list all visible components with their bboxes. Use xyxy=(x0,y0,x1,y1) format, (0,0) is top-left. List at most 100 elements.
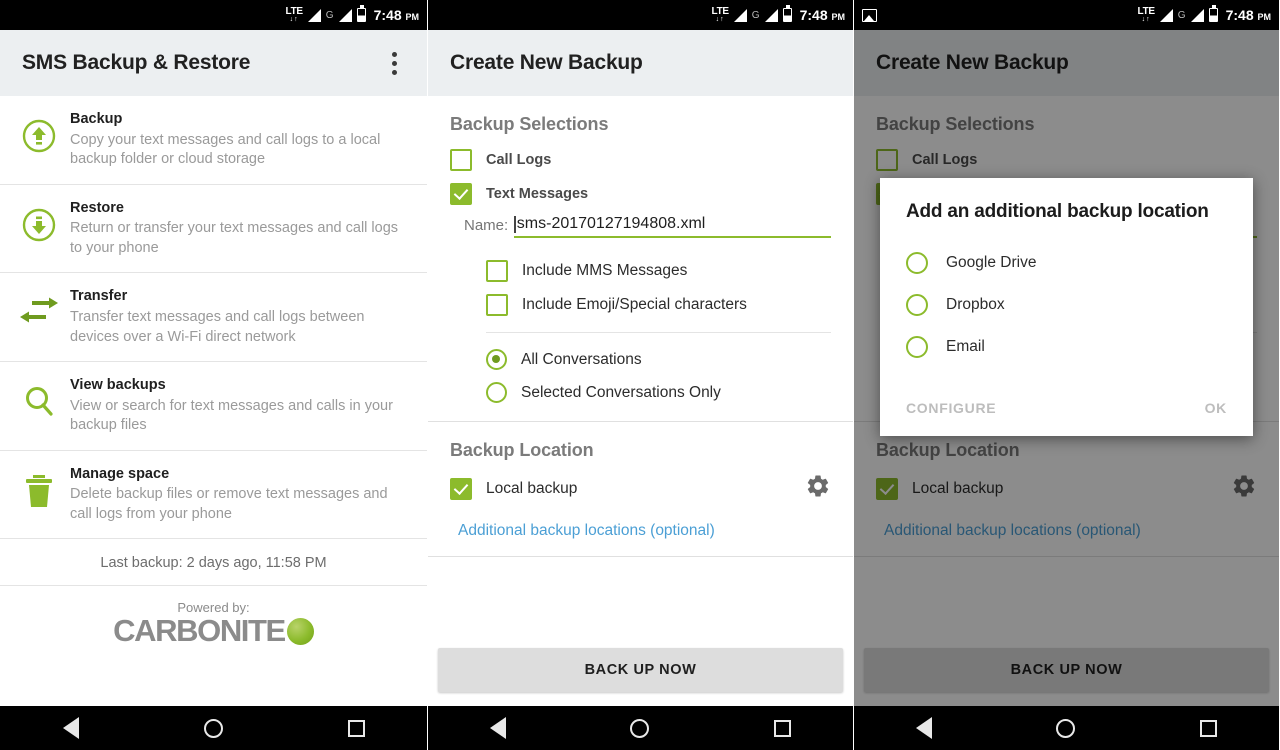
status-bar-left xyxy=(862,8,1138,22)
dialog-option-google-drive[interactable]: Google Drive xyxy=(906,252,1227,275)
text-messages-checkbox[interactable] xyxy=(450,183,472,205)
checkbox-row-text-messages[interactable]: Text Messages xyxy=(428,177,853,211)
checkbox-row-include-emoji[interactable]: Include Emoji/Special characters xyxy=(428,288,853,322)
phone-screen-create-backup: LTE ↓↑ G 7:48 PM Create New Backup Backu… xyxy=(427,0,853,750)
app-bar: Create New Backup xyxy=(428,30,853,96)
recents-nav-icon[interactable] xyxy=(347,719,365,737)
google-drive-label: Google Drive xyxy=(946,254,1037,272)
transfer-arrows-icon xyxy=(10,287,68,327)
home-nav-icon[interactable] xyxy=(630,718,650,738)
list-item-manage-space[interactable]: Manage space Delete backup files or remo… xyxy=(0,451,427,540)
list-item-subtitle: Transfer text messages and call logs bet… xyxy=(70,308,365,345)
list-item-subtitle: Copy your text messages and call logs to… xyxy=(70,131,381,168)
list-item-title: Transfer xyxy=(70,288,128,305)
backup-name-row[interactable]: Name: sms-20170127194808.xml xyxy=(428,211,853,240)
backup-name-value: sms-20170127194808.xml xyxy=(516,215,706,232)
three-screen-montage: LTE ↓↑ G 7:48 PM SMS Backup & Restore Ba… xyxy=(0,0,1280,750)
email-radio[interactable] xyxy=(906,336,928,359)
radio-row-all-conversations[interactable]: All Conversations xyxy=(428,343,853,376)
lte-arrows: ↓↑ xyxy=(289,16,299,23)
dropbox-label: Dropbox xyxy=(946,296,1005,314)
include-emoji-label: Include Emoji/Special characters xyxy=(522,296,747,313)
all-conversations-label: All Conversations xyxy=(521,350,642,368)
configure-button[interactable]: CONFIGURE xyxy=(906,400,996,416)
battery-icon xyxy=(1208,5,1218,22)
backup-up-arrow-icon xyxy=(10,110,68,154)
lte-icon: LTE ↓↑ xyxy=(286,7,304,24)
gear-icon[interactable] xyxy=(805,473,831,504)
recents-nav-icon[interactable] xyxy=(773,719,791,737)
list-item-transfer[interactable]: Transfer Transfer text messages and call… xyxy=(0,273,427,363)
selected-conversations-radio[interactable] xyxy=(486,382,507,403)
list-item-title: Manage space xyxy=(70,465,170,482)
checkbox-row-call-logs[interactable]: Call Logs xyxy=(428,143,853,177)
last-backup-status: Last backup: 2 days ago, 11:58 PM xyxy=(0,539,427,587)
text-caret xyxy=(514,215,516,233)
dialog-option-dropbox[interactable]: Dropbox xyxy=(906,294,1227,317)
battery-icon xyxy=(782,5,792,22)
magnifier-icon xyxy=(10,376,68,420)
list-item-title: View backups xyxy=(70,377,166,394)
carbonite-dot-icon xyxy=(286,617,314,645)
lte-icon: LTE ↓↑ xyxy=(712,7,730,24)
call-logs-label: Call Logs xyxy=(486,152,552,168)
navigation-bar xyxy=(428,706,853,750)
additional-locations-link[interactable]: Additional backup locations (optional) xyxy=(458,522,715,539)
checkbox-row-include-mms[interactable]: Include MMS Messages xyxy=(428,254,853,288)
dialog-option-email[interactable]: Email xyxy=(906,336,1227,359)
google-drive-radio[interactable] xyxy=(906,252,928,275)
gprs-label: G xyxy=(325,9,334,21)
back-nav-icon[interactable] xyxy=(62,717,79,739)
backup-location-heading: Backup Location xyxy=(450,440,594,460)
backup-name-input[interactable]: sms-20170127194808.xml xyxy=(514,215,831,238)
dialog-actions: CONFIGURE OK xyxy=(906,378,1227,436)
status-bar-clock: 7:48 PM xyxy=(799,7,845,23)
radio-row-selected-conversations[interactable]: Selected Conversations Only xyxy=(428,376,853,409)
backup-name-label: Name: xyxy=(464,217,509,234)
checkbox-row-local-backup[interactable]: Local backup xyxy=(428,469,853,508)
signal-bars-icon-2 xyxy=(338,8,352,22)
overflow-menu-icon[interactable] xyxy=(384,46,405,81)
signal-bars-icon-2 xyxy=(764,8,778,22)
selected-conversations-label: Selected Conversations Only xyxy=(521,383,721,401)
home-nav-icon[interactable] xyxy=(1056,718,1076,738)
backup-selections-heading: Backup Selections xyxy=(450,114,609,134)
local-backup-checkbox[interactable] xyxy=(450,477,472,500)
signal-bars-icon-1 xyxy=(1159,8,1173,22)
list-item-title: Restore xyxy=(70,199,124,216)
additional-locations-row[interactable]: Additional backup locations (optional) xyxy=(428,508,853,556)
list-item-backup[interactable]: Backup Copy your text messages and call … xyxy=(0,96,427,185)
signal-bars-icon-1 xyxy=(307,8,321,22)
lte-arrows: ↓↑ xyxy=(715,16,725,23)
ok-button[interactable]: OK xyxy=(1205,400,1227,416)
list-item-restore[interactable]: Restore Return or transfer your text mes… xyxy=(0,185,427,274)
all-conversations-radio[interactable] xyxy=(486,349,507,370)
list-item-subtitle: Delete backup files or remove text messa… xyxy=(70,486,388,522)
list-item-text: View backups View or search for text mes… xyxy=(68,376,409,436)
gprs-label: G xyxy=(1177,9,1186,21)
include-emoji-checkbox[interactable] xyxy=(486,294,508,316)
call-logs-checkbox[interactable] xyxy=(450,149,472,171)
page-title: Create New Backup xyxy=(450,51,643,74)
add-backup-location-dialog: Add an additional backup location Google… xyxy=(880,178,1253,437)
list-item-view-backups[interactable]: View backups View or search for text mes… xyxy=(0,362,427,451)
phone-screen-home: LTE ↓↑ G 7:48 PM SMS Backup & Restore Ba… xyxy=(0,0,427,750)
list-item-subtitle: View or search for text messages and cal… xyxy=(70,397,393,434)
status-bar: LTE ↓↑ G 7:48 PM xyxy=(428,0,853,30)
list-item-subtitle: Return or transfer your text messages an… xyxy=(70,220,399,256)
home-menu-list: Backup Copy your text messages and call … xyxy=(0,96,427,650)
battery-icon xyxy=(356,5,366,22)
status-bar-right: LTE ↓↑ G 7:48 PM xyxy=(286,5,419,24)
back-nav-icon[interactable] xyxy=(490,717,507,739)
recents-nav-icon[interactable] xyxy=(1199,719,1217,737)
include-mms-checkbox[interactable] xyxy=(486,260,508,282)
list-item-text: Restore Return or transfer your text mes… xyxy=(68,199,409,259)
dropbox-radio[interactable] xyxy=(906,294,928,317)
back-up-now-button[interactable]: BACK UP NOW xyxy=(438,648,843,692)
backup-now-container: BACK UP NOW xyxy=(428,648,853,706)
lte-arrows: ↓↑ xyxy=(1141,16,1151,23)
text-messages-label: Text Messages xyxy=(486,186,589,202)
back-nav-icon[interactable] xyxy=(916,717,933,739)
home-nav-icon[interactable] xyxy=(203,718,223,738)
carbonite-logo: CARBONITE xyxy=(113,613,314,649)
